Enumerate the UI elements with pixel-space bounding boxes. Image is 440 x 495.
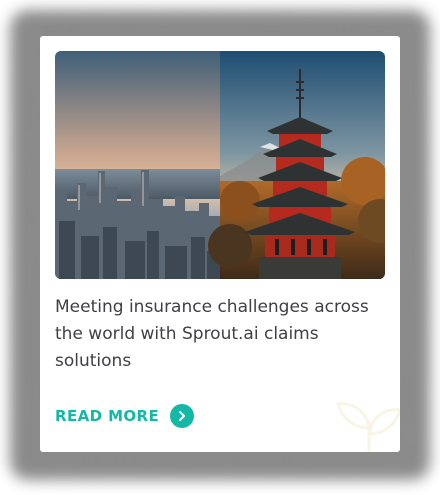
read-more-link[interactable]: READ MORE: [55, 404, 195, 428]
sprout-leaf-icon: [336, 402, 400, 452]
read-more-label[interactable]: READ MORE: [55, 407, 159, 425]
article-image[interactable]: [55, 51, 385, 279]
article-card[interactable]: Meeting insurance challenges across the …: [40, 36, 400, 452]
article-title[interactable]: Meeting insurance challenges across the …: [55, 294, 385, 375]
chevron-right-icon[interactable]: [170, 404, 195, 428]
